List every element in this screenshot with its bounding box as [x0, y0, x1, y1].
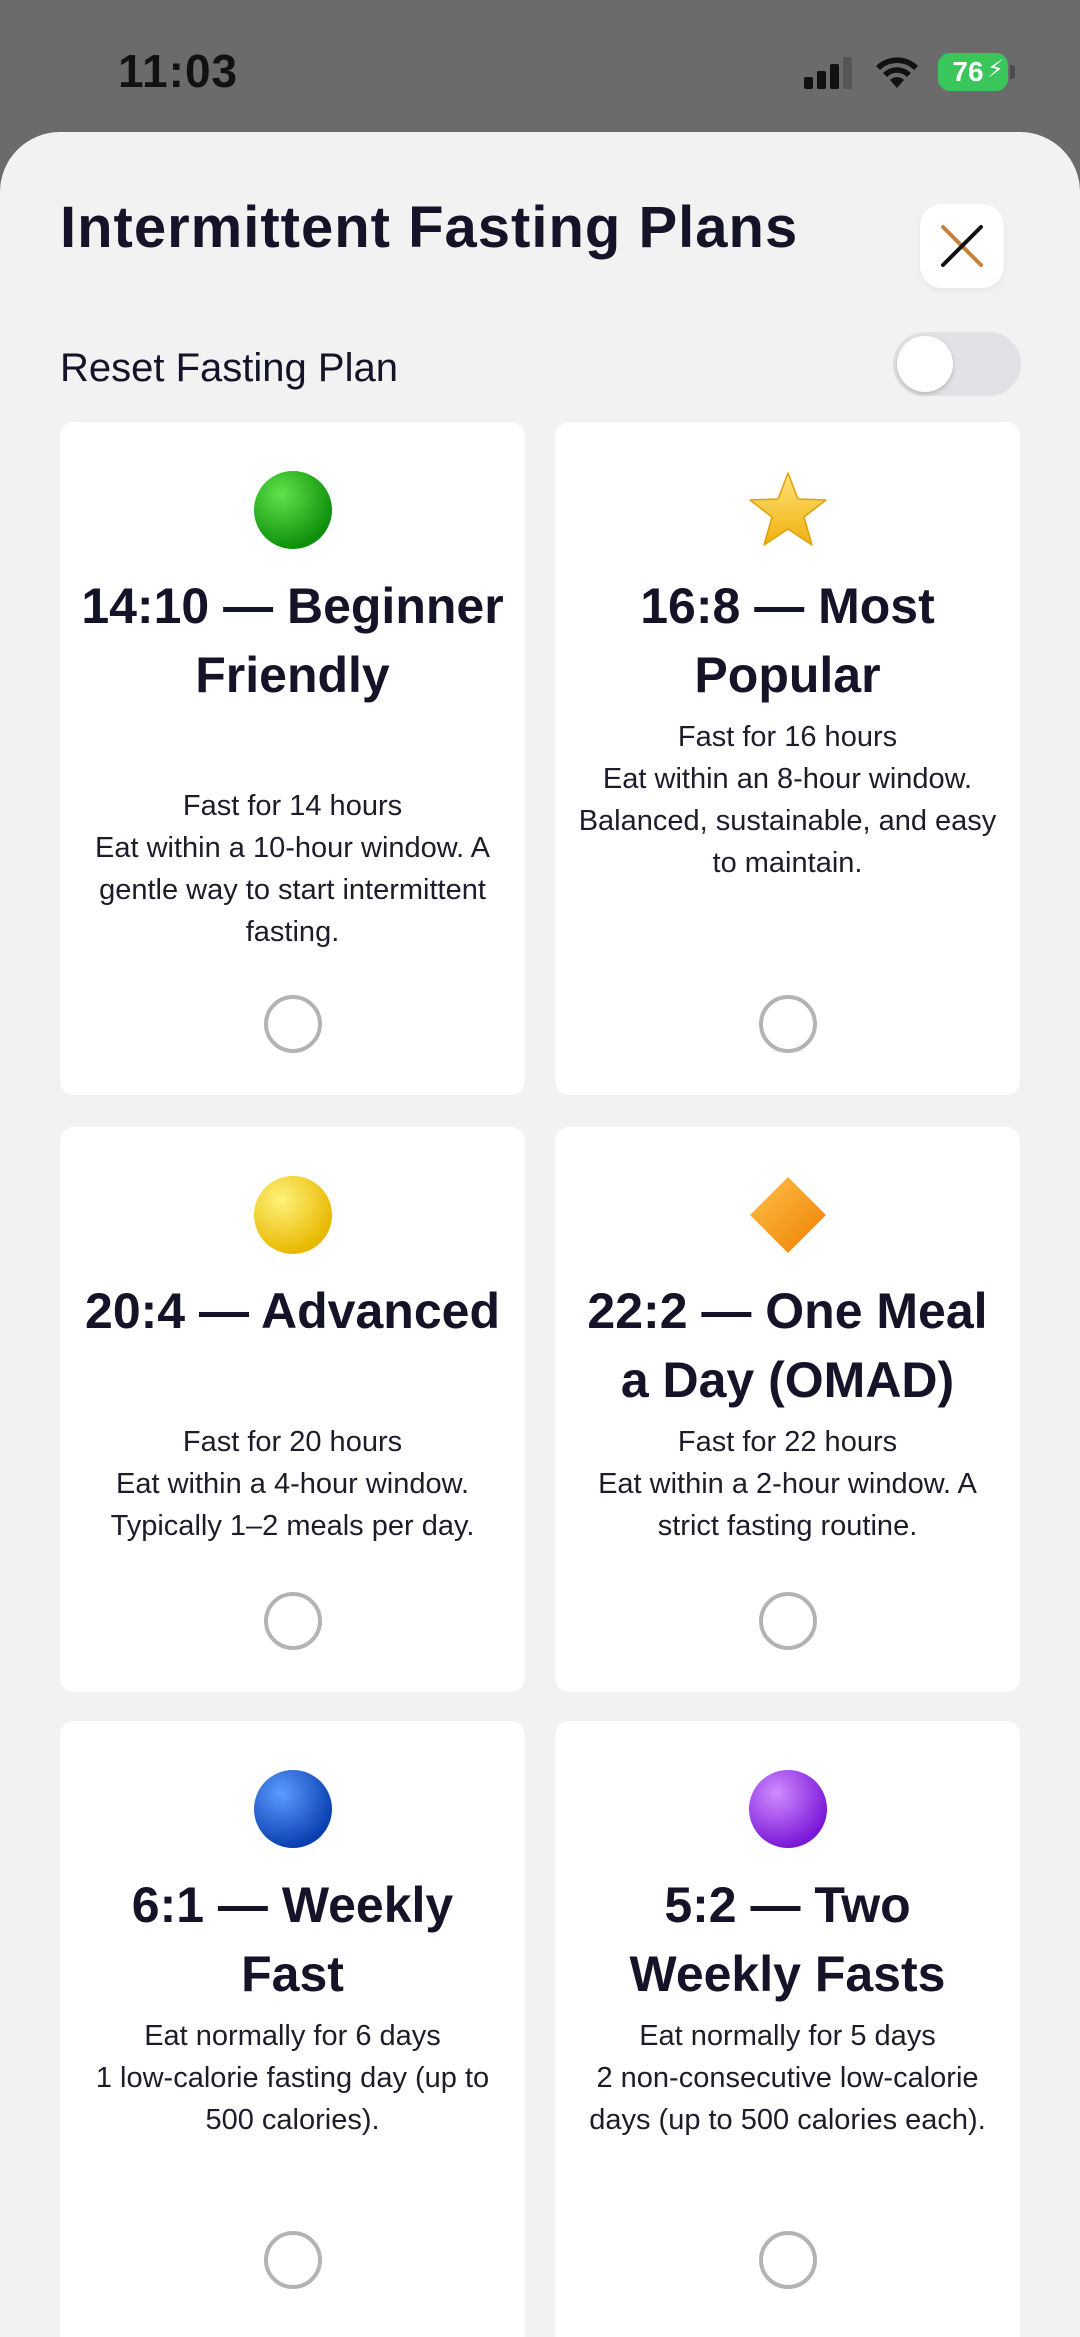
battery-level: 76: [952, 56, 984, 87]
plan-title: 5:2 — Two Weekly Fasts: [629, 1877, 946, 2002]
plan-radio[interactable]: [758, 1592, 817, 1650]
plan-description-line2: Eat within a 2-hour window. A strict fas…: [598, 1468, 977, 1542]
plan-description-line2: Eat within a 10-hour window. A gentle wa…: [95, 832, 490, 948]
sheet-title: Intermittent Fasting Plans: [60, 195, 799, 260]
battery-icon: 76 ⚡: [938, 53, 1015, 91]
plan-card-20-4[interactable]: 20:4 — Advanced Fast for 20 hours Eat wi…: [60, 1127, 525, 1692]
plan-description: Eat normally for 6 days 1 low-calorie fa…: [78, 2015, 507, 2141]
plan-description-line2: 1 low-calorie fasting day (up to 500 cal…: [95, 2062, 490, 2136]
plan-description: Fast for 14 hours Eat within a 10-hour w…: [78, 785, 507, 953]
plan-description-line1: Fast for 20 hours: [182, 1426, 403, 1458]
status-bar: 11:03 76 ⚡: [0, 0, 1080, 132]
fasting-plans-sheet: Intermittent Fasting Plans Reset Fasting…: [0, 132, 1080, 2337]
plan-description: Fast for 22 hours Eat within a 2-hour wi…: [573, 1421, 1002, 1547]
plan-title: 6:1 — Weekly Fast: [131, 1877, 454, 2002]
plan-card-22-2[interactable]: 22:2 — One Meal a Day (OMAD) Fast for 22…: [555, 1127, 1020, 1692]
status-time: 11:03: [118, 45, 239, 97]
plan-description-line1: Eat normally for 6 days: [144, 2020, 441, 2052]
plan-description-line2: Eat within a 4-hour window. Typically 1–…: [110, 1468, 475, 1542]
charging-bolt-icon: ⚡: [987, 56, 1004, 83]
plan-title: 16:8 — Most Popular: [640, 578, 935, 703]
yellow-circle-icon: [253, 1176, 332, 1254]
plan-title: 20:4 — Advanced: [85, 1283, 500, 1339]
plan-title: 22:2 — One Meal a Day (OMAD): [587, 1283, 988, 1408]
orange-diamond-icon: [749, 1177, 826, 1253]
plan-description: Fast for 16 hours Eat within an 8-hour w…: [573, 716, 1002, 884]
plan-radio[interactable]: [263, 995, 322, 1053]
close-icon: [941, 225, 983, 267]
green-circle-icon: [253, 471, 332, 549]
toggle-knob: [897, 336, 953, 392]
plan-radio[interactable]: [758, 2231, 817, 2289]
reset-plan-label: Reset Fasting Plan: [60, 346, 398, 390]
plan-description: Eat normally for 5 days 2 non-consecutiv…: [573, 2015, 1002, 2141]
plan-description-line1: Fast for 16 hours: [677, 721, 898, 753]
plan-radio[interactable]: [758, 995, 817, 1053]
reset-plan-toggle[interactable]: [893, 332, 1021, 396]
cellular-signal-icon: [804, 55, 856, 89]
plan-title: 14:10 — Beginner Friendly: [81, 578, 504, 703]
plan-card-16-8[interactable]: 16:8 — Most Popular Fast for 16 hours Ea…: [555, 422, 1020, 1095]
plan-description-line1: Eat normally for 5 days: [639, 2020, 936, 2052]
close-button[interactable]: [920, 204, 1004, 288]
plan-radio[interactable]: [263, 2231, 322, 2289]
purple-circle-icon: [748, 1770, 827, 1848]
status-icons: 76 ⚡: [804, 52, 1015, 92]
plan-description-line1: Fast for 14 hours: [182, 790, 403, 822]
plan-card-5-2[interactable]: 5:2 — Two Weekly Fasts Eat normally for …: [555, 1721, 1020, 2337]
plan-card-6-1[interactable]: 6:1 — Weekly Fast Eat normally for 6 day…: [60, 1721, 525, 2337]
plan-card-14-10[interactable]: 14:10 — Beginner Friendly Fast for 14 ho…: [60, 422, 525, 1095]
plan-description: Fast for 20 hours Eat within a 4-hour wi…: [78, 1421, 507, 1547]
plan-description-line2: Eat within an 8-hour window. Balanced, s…: [578, 763, 997, 879]
wifi-icon: [876, 57, 918, 88]
plan-radio[interactable]: [263, 1592, 322, 1650]
plan-description-line2: 2 non-consecutive low-calorie days (up t…: [589, 2062, 986, 2136]
blue-circle-icon: [253, 1770, 332, 1848]
plan-description-line1: Fast for 22 hours: [677, 1426, 898, 1458]
star-icon: [748, 472, 827, 546]
